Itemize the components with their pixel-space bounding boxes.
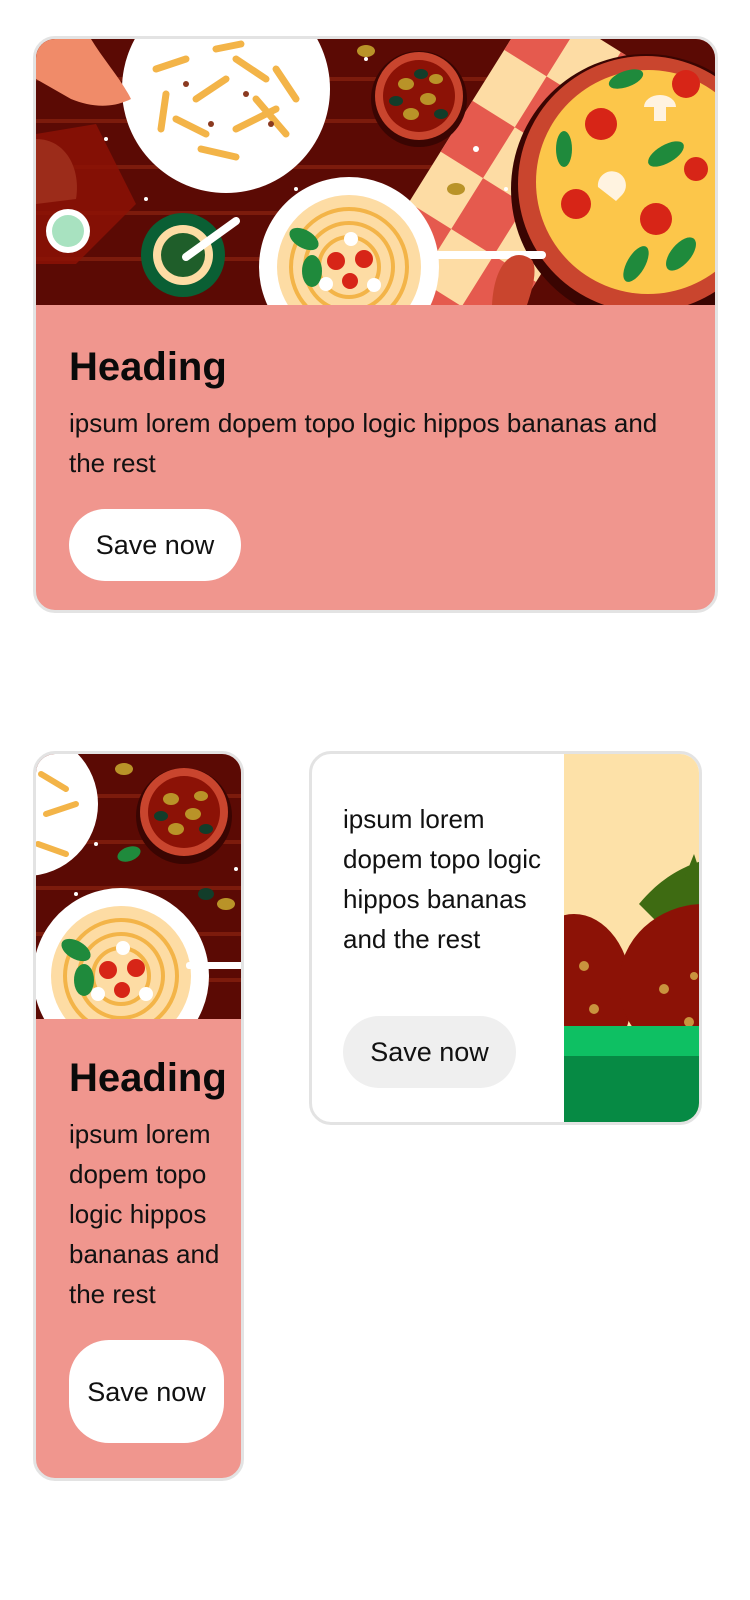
tomato-leaf-illustration [564, 754, 699, 1122]
save-now-button[interactable]: Save now [69, 509, 241, 581]
food-table-illustration [36, 754, 241, 1019]
card-body-text: ipsum lorem dopem topo logic hippos bana… [69, 1119, 220, 1309]
save-now-button[interactable]: Save now [69, 1340, 224, 1443]
card-heading: Heading [69, 1056, 227, 1100]
product-card-narrow: Heading ipsum lorem dopem topo logic hip… [33, 751, 244, 1481]
card-body-text: ipsum lorem dopem topo logic hippos bana… [69, 408, 658, 478]
card-heading: Heading [69, 345, 227, 389]
card-body-text: ipsum lorem dopem topo logic hippos bana… [343, 804, 542, 954]
product-card-wide: Heading ipsum lorem dopem topo logic hip… [33, 36, 718, 613]
save-now-button[interactable]: Save now [343, 1016, 516, 1088]
product-card-horizontal: ipsum lorem dopem topo logic hippos bana… [309, 751, 702, 1125]
food-table-illustration [36, 39, 715, 305]
